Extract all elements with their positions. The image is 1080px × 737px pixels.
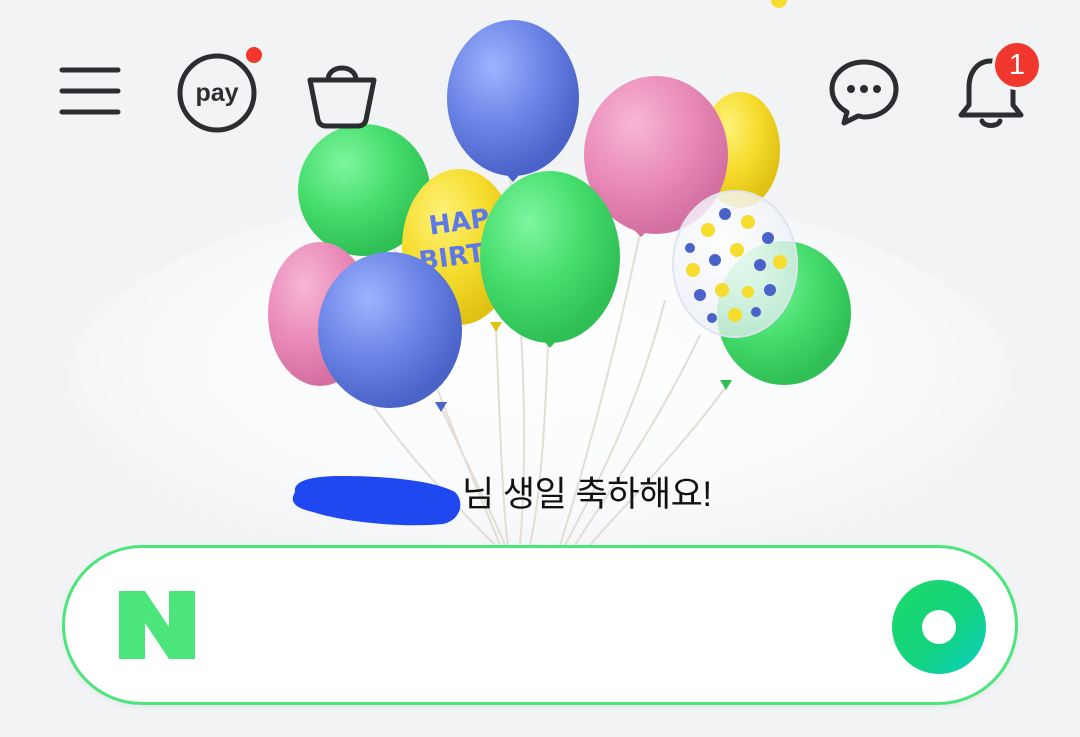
pay-new-dot	[246, 47, 262, 63]
search-input[interactable]	[220, 580, 864, 672]
shopping-bag-icon[interactable]	[304, 54, 380, 130]
notification-count-badge: 1	[992, 40, 1042, 90]
birthday-message-text: 님 생일 축하해요!	[462, 475, 712, 514]
pay-button[interactable]: pay	[176, 52, 258, 134]
greendot-icon	[922, 610, 956, 644]
home-screen: HAP BIRT pay 1 님 생일 축하해요!	[0, 0, 1080, 737]
pay-label: pay	[195, 79, 238, 107]
naver-logo-icon[interactable]	[119, 591, 195, 659]
greendot-button[interactable]	[892, 580, 986, 674]
hamburger-menu-icon[interactable]	[58, 64, 122, 118]
chat-bubble-icon[interactable]	[828, 58, 900, 126]
name-redaction-scribble	[292, 476, 461, 526]
